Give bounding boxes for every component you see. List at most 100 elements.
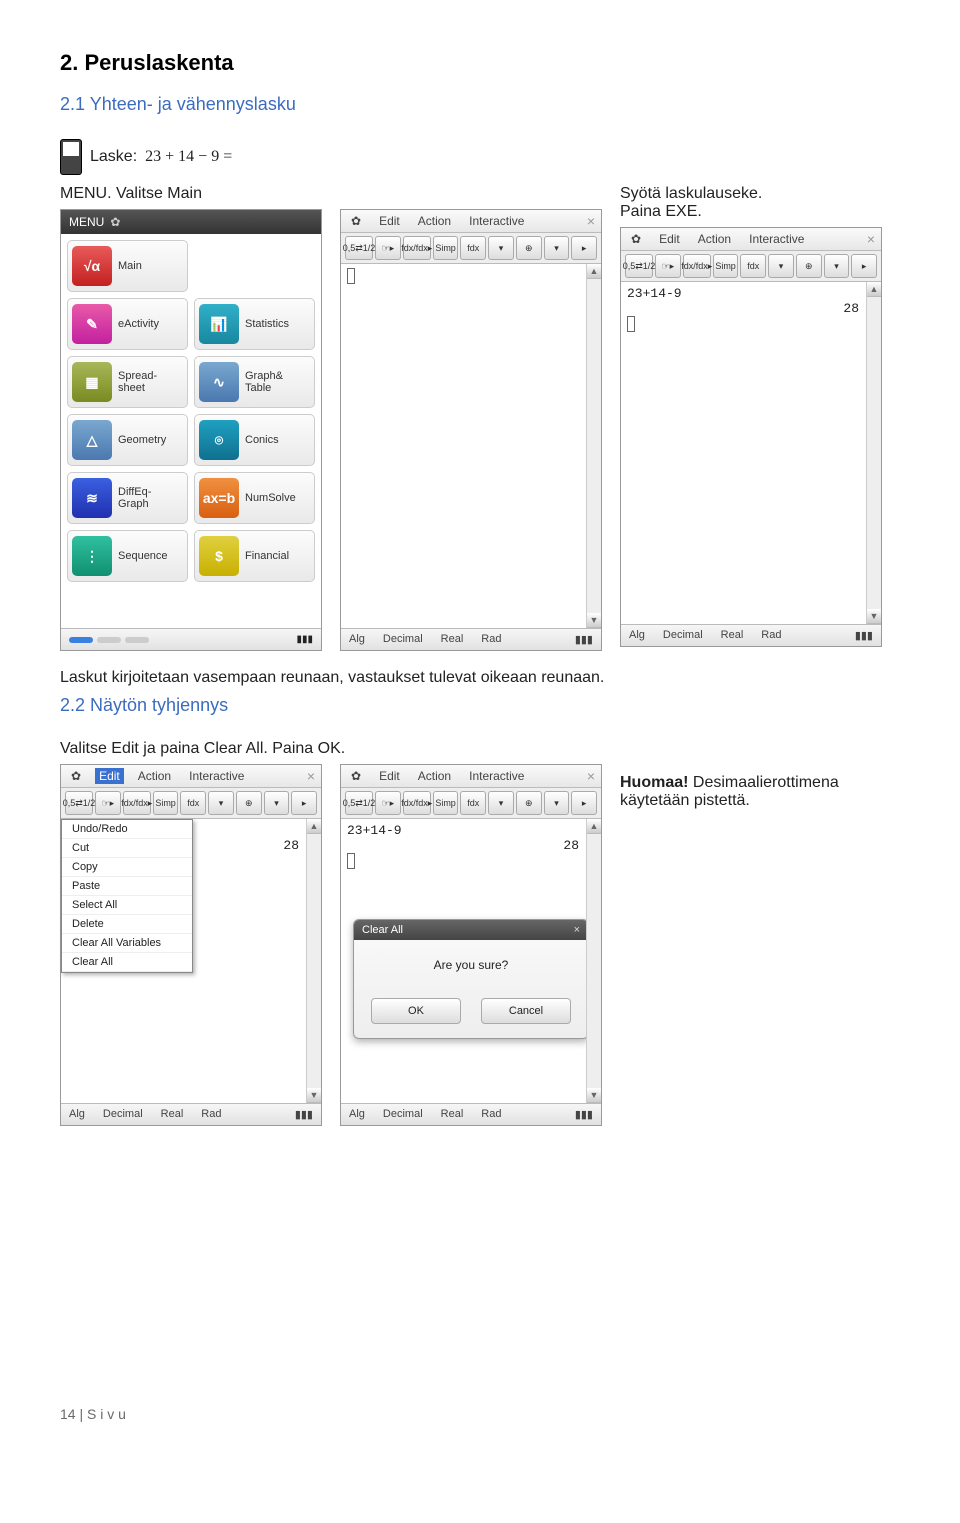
editor-body[interactable]: 23+14-9 28 ▲ ▼	[621, 282, 881, 624]
gear-icon[interactable]: ✿	[347, 213, 365, 229]
toolbar-button[interactable]: fdx	[460, 236, 486, 260]
menu-edit[interactable]: Edit	[375, 768, 404, 784]
edit-menu-item[interactable]: Select All	[62, 896, 192, 915]
edit-menu-item[interactable]: Clear All	[62, 953, 192, 972]
toolbar-button[interactable]: ⊕	[516, 791, 542, 815]
toolbar-button[interactable]: fdx/fdx▸	[403, 236, 431, 260]
editor-body[interactable]: 23+14-9 28 Clear All × Are you sure? OK …	[341, 819, 601, 1103]
app-diffeqgraph[interactable]: ≋DiffEq- Graph	[67, 472, 188, 524]
menu-interactive[interactable]: Interactive	[465, 213, 528, 229]
pager-dot[interactable]	[69, 637, 93, 643]
edit-menu-item[interactable]: Delete	[62, 915, 192, 934]
app-main[interactable]: √αMain	[67, 240, 188, 292]
toolbar-button[interactable]: ▾	[544, 791, 570, 815]
toolbar-button[interactable]: ☞▸	[375, 236, 401, 260]
menu-action[interactable]: Action	[414, 768, 455, 784]
menu-action[interactable]: Action	[414, 213, 455, 229]
toolbar-button[interactable]: ▸	[571, 236, 597, 260]
toolbar-button[interactable]: fdx	[740, 254, 766, 278]
toolbar-button[interactable]: 0,5⇄1/2	[345, 791, 373, 815]
edit-menu-item[interactable]: Copy	[62, 858, 192, 877]
gear-icon[interactable]: ✿	[67, 768, 85, 784]
scrollbar[interactable]: ▲ ▼	[586, 264, 601, 628]
scroll-up-icon[interactable]: ▲	[587, 819, 601, 834]
toolbar-button[interactable]: ⊕	[516, 236, 542, 260]
menu-edit[interactable]: Edit	[375, 213, 404, 229]
toolbar-button[interactable]: ▾	[824, 254, 850, 278]
edit-menu-item[interactable]: Undo/Redo	[62, 820, 192, 839]
menu-interactive[interactable]: Interactive	[745, 231, 808, 247]
toolbar-button[interactable]: ☞▸	[95, 791, 121, 815]
toolbar-button[interactable]: Simp	[433, 236, 459, 260]
toolbar-button[interactable]: ▸	[571, 791, 597, 815]
toolbar-button[interactable]: Simp	[153, 791, 179, 815]
toolbar-button[interactable]: Simp	[713, 254, 739, 278]
toolbar-button[interactable]: ▾	[208, 791, 234, 815]
status-bar: Alg Decimal Real Rad ▮▮▮	[341, 628, 601, 650]
toolbar-button[interactable]: 0,5⇄1/2	[65, 791, 93, 815]
toolbar-button[interactable]: ▾	[544, 236, 570, 260]
app-sequence[interactable]: ⋮Sequence	[67, 530, 188, 582]
app-financial[interactable]: $Financial	[194, 530, 315, 582]
toolbar-button[interactable]: ▾	[264, 791, 290, 815]
gear-icon[interactable]: ✿	[627, 231, 645, 247]
close-icon[interactable]: ×	[587, 768, 595, 784]
scroll-down-icon[interactable]: ▼	[587, 613, 601, 628]
dialog-cancel-button[interactable]: Cancel	[481, 998, 571, 1024]
toolbar-button[interactable]: ⊕	[796, 254, 822, 278]
gear-icon[interactable]: ✿	[347, 768, 365, 784]
toolbar-button[interactable]: 0,5⇄1/2	[345, 236, 373, 260]
menu-edit-selected[interactable]: Edit	[95, 768, 124, 784]
toolbar-button[interactable]: ▾	[488, 791, 514, 815]
toolbar-button[interactable]: ☞▸	[655, 254, 681, 278]
app-eactivity[interactable]: ✎eActivity	[67, 298, 188, 350]
dialog-close-icon[interactable]: ×	[574, 924, 580, 936]
toolbar-button[interactable]: fdx/fdx▸	[683, 254, 711, 278]
scroll-down-icon[interactable]: ▼	[587, 1088, 601, 1103]
edit-menu-item[interactable]: Clear All Variables	[62, 934, 192, 953]
menu-edit[interactable]: Edit	[655, 231, 684, 247]
close-icon[interactable]: ×	[867, 231, 875, 247]
menu-interactive[interactable]: Interactive	[185, 768, 248, 784]
close-icon[interactable]: ×	[587, 213, 595, 229]
menu-action[interactable]: Action	[134, 768, 175, 784]
scroll-up-icon[interactable]: ▲	[867, 282, 881, 297]
app-graphtable[interactable]: ∿Graph& Table	[194, 356, 315, 408]
close-icon[interactable]: ×	[307, 768, 315, 784]
scroll-down-icon[interactable]: ▼	[867, 609, 881, 624]
scrollbar[interactable]: ▲ ▼	[306, 819, 321, 1103]
toolbar-button[interactable]: ▾	[768, 254, 794, 278]
pager-dot[interactable]	[125, 637, 149, 643]
gear-icon[interactable]: ✿	[110, 215, 120, 229]
editor-body[interactable]: 23+ 28 Undo/RedoCutCopyPasteSelect AllDe…	[61, 819, 321, 1103]
toolbar-button[interactable]: ⊕	[236, 791, 262, 815]
toolbar-button[interactable]: Simp	[433, 791, 459, 815]
toolbar-button[interactable]: fdx/fdx▸	[403, 791, 431, 815]
toolbar-button[interactable]: fdx	[180, 791, 206, 815]
edit-menu-item[interactable]: Paste	[62, 877, 192, 896]
app-geometry[interactable]: △Geometry	[67, 414, 188, 466]
app-numsolve[interactable]: ax=bNumSolve	[194, 472, 315, 524]
app-statistics[interactable]: 📊Statistics	[194, 298, 315, 350]
toolbar-button[interactable]: ☞▸	[375, 791, 401, 815]
toolbar-button[interactable]: ▾	[488, 236, 514, 260]
scroll-down-icon[interactable]: ▼	[307, 1088, 321, 1103]
scrollbar[interactable]: ▲ ▼	[586, 819, 601, 1103]
dialog-ok-button[interactable]: OK	[371, 998, 461, 1024]
toolbar-button[interactable]: ▸	[851, 254, 877, 278]
edit-menu-item[interactable]: Cut	[62, 839, 192, 858]
scroll-up-icon[interactable]: ▲	[307, 819, 321, 834]
menu-interactive[interactable]: Interactive	[465, 768, 528, 784]
menu-action[interactable]: Action	[694, 231, 735, 247]
toolbar-button[interactable]: fdx/fdx▸	[123, 791, 151, 815]
app-spreadsheet[interactable]: ▦Spread- sheet	[67, 356, 188, 408]
toolbar-button[interactable]: fdx	[460, 791, 486, 815]
toolbar-button[interactable]: ▸	[291, 791, 317, 815]
editor-body[interactable]: ▲ ▼	[341, 264, 601, 628]
status-alg: Alg	[69, 1108, 85, 1121]
app-conics[interactable]: ⌾Conics	[194, 414, 315, 466]
toolbar-button[interactable]: 0,5⇄1/2	[625, 254, 653, 278]
scroll-up-icon[interactable]: ▲	[587, 264, 601, 279]
pager-dot[interactable]	[97, 637, 121, 643]
scrollbar[interactable]: ▲ ▼	[866, 282, 881, 624]
